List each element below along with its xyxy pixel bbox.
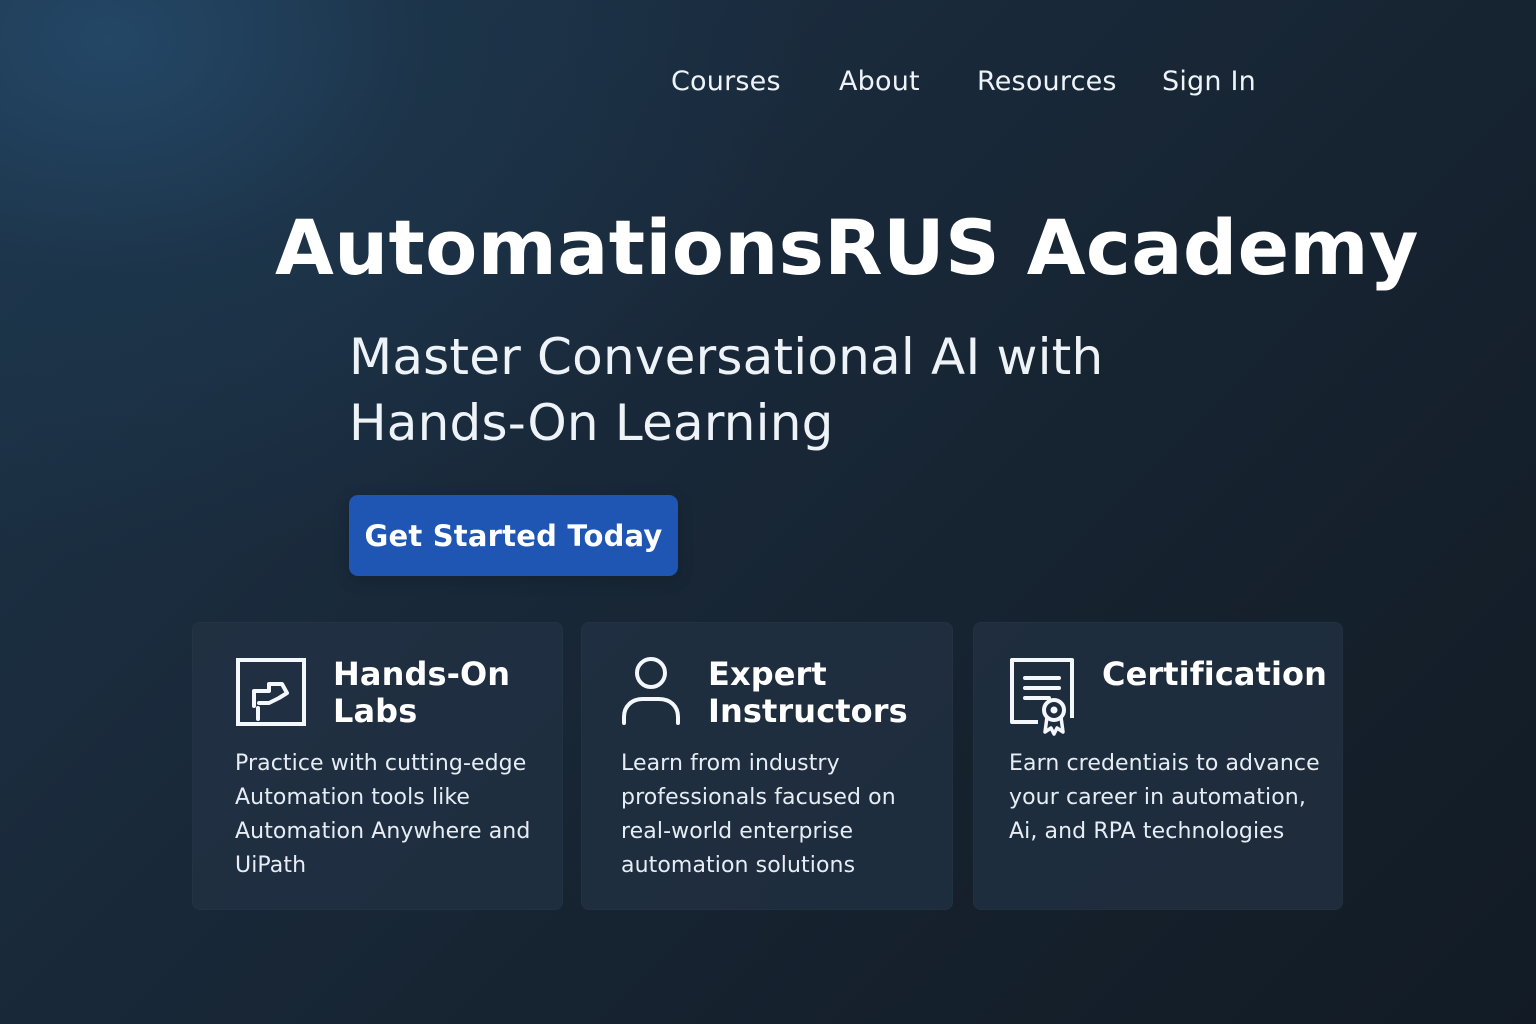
feature-description-certification: Earn credentiais to advance your career … [1009,751,1320,844]
top-navigation: Courses About Resources Sign In [0,62,1536,102]
feature-card-certification: Certification Earn credentiais to advanc… [973,622,1343,910]
hero-subtitle: Master Conversational AI with Hands-On L… [349,328,1104,452]
feature-description-expert-instructors: Learn from industry professionals facuse… [621,751,896,878]
nav-link-resources[interactable]: Resources [977,62,1117,102]
feature-card-expert-instructors: Expert Instructors Learn from industry p… [581,622,953,910]
hero-title: AutomationsRUS Academy [275,203,1419,292]
instructor-icon [621,656,693,740]
feature-title-certification: Certification [1102,655,1328,693]
feature-description-hands-on-labs: Practice with cutting-edge Automation to… [235,751,531,878]
get-started-button[interactable]: Get Started Today [349,495,678,576]
nav-link-about[interactable]: About [839,62,920,102]
nav-link-courses[interactable]: Courses [671,62,781,102]
lab-icon [235,656,307,740]
feature-card-hands-on-labs: Hands-On Labs Practice with cutting-edge… [192,622,563,910]
feature-title-hands-on-labs: Hands-On Labs [333,655,511,730]
certificate-icon [1007,656,1079,740]
feature-title-expert-instructors: Expert Instructors [708,655,908,730]
nav-link-sign-in[interactable]: Sign In [1162,62,1256,102]
